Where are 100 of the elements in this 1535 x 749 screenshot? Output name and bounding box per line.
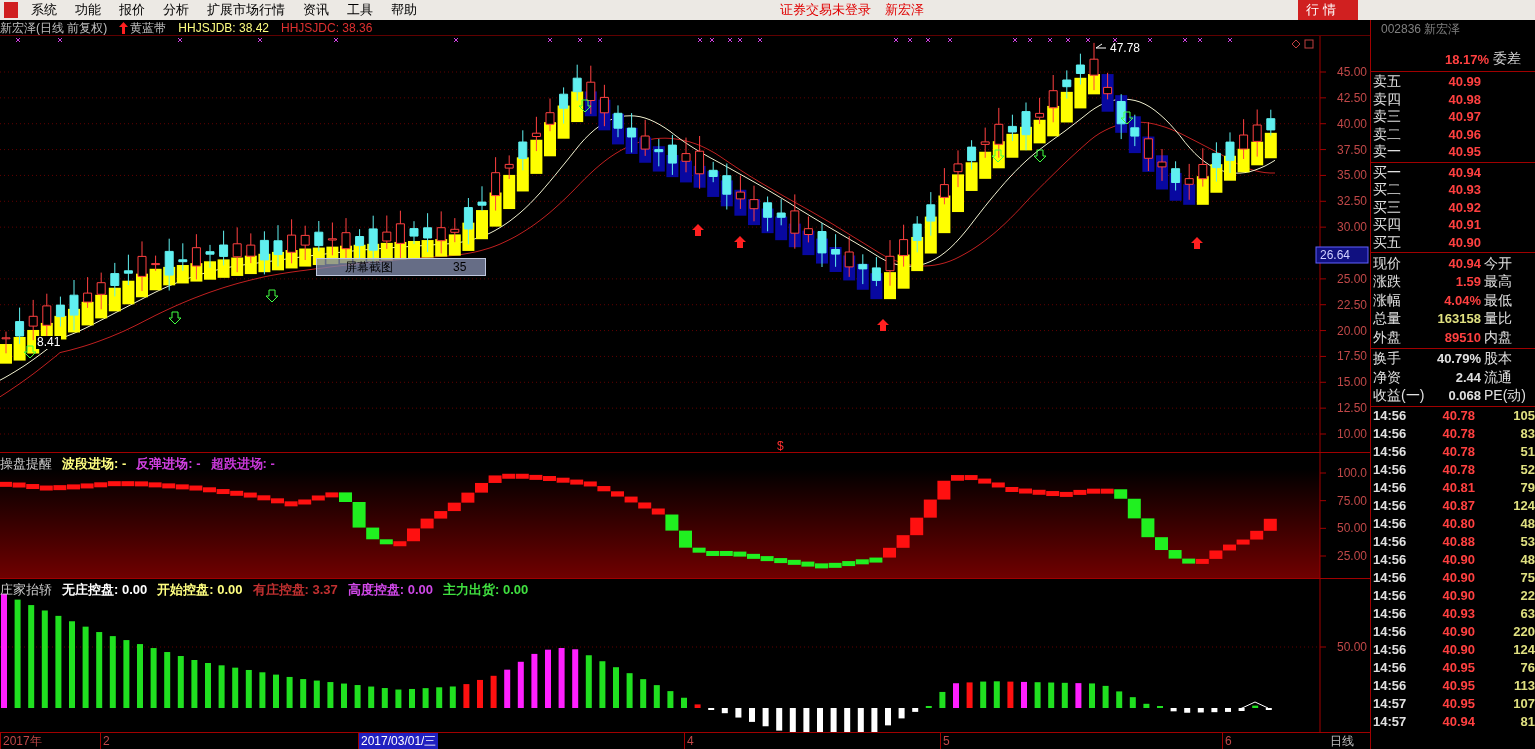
date-label: 2 [100,733,112,749]
menu-item[interactable]: 资讯 [294,0,338,20]
indicator-legend: 开始控盘: 0.00 [157,580,243,600]
tick-volume: 124 [1512,641,1535,660]
tick-price: 40.90 [1441,569,1475,588]
indicator-name: 黄蓝带 [130,19,167,37]
axis-label: 10.00 [1336,427,1367,441]
stat-value: 4.04% [1443,291,1481,310]
axis-label: 40.00 [1336,116,1367,131]
price-value: 40.98 [1447,90,1481,109]
tick-volume: 79 [1519,479,1535,498]
date-label: 4 [684,733,696,749]
tick-price: 40.94 [1441,713,1475,732]
field-label: 量比 [1483,309,1512,329]
chart-title: 新宏泽(日线 前复权) [0,19,108,37]
tick-volume: 22 [1519,587,1535,606]
tick-price: 40.78 [1441,443,1475,462]
price-value: 40.90 [1447,233,1481,252]
axis-label: 12.50 [1336,401,1367,416]
quote-tab[interactable]: 行 情 [1298,0,1358,20]
tick-price: 40.95 [1441,695,1475,714]
field-label: 现价 [1372,253,1402,273]
axis-label: 22.50 [1336,297,1367,312]
field-label: 买一 [1372,162,1402,182]
date-label: 5 [940,733,952,749]
date-label: 6 [1222,733,1234,749]
field-label: 换手 [1372,349,1402,369]
menu-item[interactable]: 扩展市场行情 [198,0,294,20]
indicator-legend: 主力出货: 0.00 [443,580,529,600]
price-value: 40.99 [1447,73,1481,91]
high-price-label: 47.78 [1110,41,1141,55]
price-value: 40.97 [1447,108,1481,126]
menu-item[interactable]: 分析 [154,0,198,20]
field-label: 最低 [1483,290,1512,310]
menu-item[interactable]: 帮助 [382,0,426,20]
tick-price: 40.80 [1441,515,1475,534]
axis-label: 17.50 [1336,349,1367,364]
stat-value: 163158 [1436,310,1481,328]
tick-time: 14:56 [1372,425,1408,444]
field-label: 卖四 [1372,89,1402,109]
price-value: 40.94 [1447,163,1481,182]
tick-time: 14:57 [1372,695,1408,714]
field-label: 卖一 [1372,142,1402,162]
bid-ask-ratio: 18.17% [1444,50,1489,69]
login-status: 证券交易未登录 [780,1,871,20]
field-label: 涨跌 [1372,272,1402,292]
menu-item[interactable]: 系统 [22,0,66,20]
field-label: 总量 [1372,309,1402,329]
tick-time: 14:56 [1372,605,1408,624]
price-value: 40.96 [1447,125,1481,144]
field-label: 涨幅 [1372,290,1402,310]
tick-time: 14:56 [1372,497,1408,516]
tick-price: 40.78 [1441,425,1475,444]
axis-label: 35.00 [1336,168,1367,183]
field-label: 内盘 [1483,327,1512,347]
indicator-legend: 超跌进场: - [210,454,275,474]
tick-volume: 76 [1519,659,1535,678]
axis-label: 32.50 [1336,194,1367,209]
tick-time: 14:56 [1372,443,1408,462]
date-label: 2017/03/01/三 [358,733,439,749]
tick-volume: 75 [1519,569,1535,588]
indicator-legend: 反弹进场: - [136,454,201,474]
field-label: 买二 [1372,180,1402,200]
tick-price: 40.78 [1441,407,1475,426]
tick-time: 14:56 [1372,461,1408,480]
indicator-name: 操盘提醒 [0,455,52,473]
tick-price: 40.95 [1441,677,1475,696]
field-label: 买五 [1372,232,1402,252]
low-price-label: 8.41 [36,336,62,349]
tick-time: 14:56 [1372,659,1408,678]
menu-item[interactable]: 工具 [338,0,382,20]
tick-time: 14:56 [1372,641,1408,660]
tick-price: 40.81 [1441,479,1475,498]
tick-volume: 113 [1513,677,1535,696]
axis-label: 42.50 [1336,90,1367,105]
field-label: 流通 [1483,367,1512,387]
price-value: 40.92 [1447,198,1481,217]
menu-item[interactable]: 报价 [110,0,154,20]
axis-label: 20.00 [1336,323,1367,338]
field-label: 买四 [1372,215,1402,235]
tick-volume: 83 [1519,425,1535,444]
field-label: 股本 [1483,349,1512,369]
stock-code-name: 002836 新宏泽 [1380,21,1462,38]
tick-time: 14:56 [1372,587,1408,606]
tick-volume: 220 [1512,623,1535,642]
tick-time: 14:56 [1372,623,1408,642]
field-label: 今开 [1483,253,1512,273]
stat-value: 40.79% [1435,350,1481,368]
menu-item[interactable]: 功能 [66,0,110,20]
stat-value: 2.44 [1454,368,1481,387]
axis-label: 45.00 [1336,65,1367,79]
stock-name: 新宏泽 [885,1,924,20]
signal-mark: $ [777,439,784,452]
tick-time: 14:56 [1372,407,1408,426]
tick-price: 40.90 [1441,641,1475,660]
indicator-legend: 高度控盘: 0.00 [347,580,433,600]
tick-time: 14:56 [1372,569,1408,588]
cursor-price-label: 26.64 [1315,246,1369,264]
field-label: 最高 [1483,272,1512,292]
field-label: 外盘 [1372,327,1402,347]
